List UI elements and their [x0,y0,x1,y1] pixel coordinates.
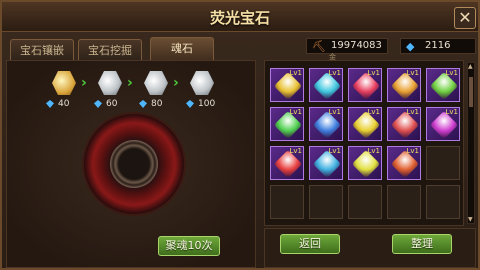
level-badge: Lv1 [328,147,342,155]
tab-gem-inlay[interactable]: 宝石镶嵌 [10,39,74,61]
inventory-slot[interactable] [426,185,460,219]
window-frame: 荧光宝石 ✕ 宝石镶嵌 宝石挖掘 魂石 ⛏ 19974083 金 ◆ 2116 … [0,0,480,270]
diamond-icon [94,100,102,108]
level-badge: Lv1 [445,69,459,77]
arrow-right-icon: › [81,75,87,91]
level-badge: Lv1 [367,108,381,116]
inventory-scrollbar[interactable]: ▲ ▼ [467,62,475,224]
diamond-value: 2116 [425,40,451,51]
altar-core [110,140,158,188]
scroll-up-icon[interactable]: ▲ [468,63,474,70]
inventory-slot[interactable]: Lv1 [270,68,304,102]
inventory-slot[interactable]: Lv1 [309,107,343,141]
arrow-right-icon: › [127,75,133,91]
inventory-slot[interactable] [270,185,304,219]
inventory-slot[interactable] [309,185,343,219]
inventory-slot[interactable]: Lv1 [348,107,382,141]
close-button[interactable]: ✕ [454,7,476,29]
inventory-slot[interactable]: Lv1 [387,68,421,102]
tab-gem-mining[interactable]: 宝石挖掘 [78,39,142,61]
level-badge: Lv1 [406,147,420,155]
level-badge: Lv1 [289,108,303,116]
cost-label: 100 [186,99,215,109]
level-badge: Lv1 [289,69,303,77]
level-badge: Lv1 [445,108,459,116]
level-badge: Lv1 [406,69,420,77]
level-badge: Lv1 [289,147,303,155]
inventory-slot[interactable]: Lv1 [426,107,460,141]
level-badge: Lv1 [328,108,342,116]
cost-label: 60 [94,99,117,109]
gold-value: 19974083 [331,40,382,51]
window-title: 荧光宝石 [209,9,270,27]
scroll-thumb[interactable] [469,77,473,107]
shovel-icon: ⛏ [312,40,326,53]
soul-10-button[interactable]: 聚魂10次 [158,236,220,256]
diamond-icon [186,100,194,108]
title-bar: 荧光宝石 ✕ [2,2,478,32]
inventory-slot[interactable]: Lv1 [270,107,304,141]
level-badge: Lv1 [406,108,420,116]
inventory-slot[interactable]: Lv1 [387,146,421,180]
inventory-slot[interactable]: Lv1 [387,107,421,141]
arrow-right-icon: › [173,75,179,91]
inventory-slot[interactable] [387,185,421,219]
inventory-slot[interactable] [348,185,382,219]
inventory-slot[interactable]: Lv1 [270,146,304,180]
inventory-slot[interactable]: Lv1 [309,68,343,102]
diamond-icon: ◆ [406,40,415,53]
level-badge: Lv1 [367,147,381,155]
back-button[interactable]: 返回 [280,234,340,254]
diamond-display: ◆ 2116 [400,38,476,54]
inventory-slot[interactable]: Lv1 [309,146,343,180]
diamond-icon [46,100,54,108]
level-badge: Lv1 [367,69,381,77]
diamond-icon [139,100,147,108]
inventory-slot[interactable]: Lv1 [348,68,382,102]
inventory-slot[interactable] [426,146,460,180]
inventory-slot[interactable]: Lv1 [426,68,460,102]
cost-label: 80 [139,99,162,109]
tab-soulstone[interactable]: 魂石 [150,37,214,61]
sort-button[interactable]: 整理 [392,234,452,254]
level-badge: Lv1 [328,69,342,77]
cost-label: 40 [46,99,69,109]
inventory-slot[interactable]: Lv1 [348,146,382,180]
scroll-down-icon[interactable]: ▼ [468,216,474,223]
gold-display: ⛏ 19974083 [306,38,388,54]
